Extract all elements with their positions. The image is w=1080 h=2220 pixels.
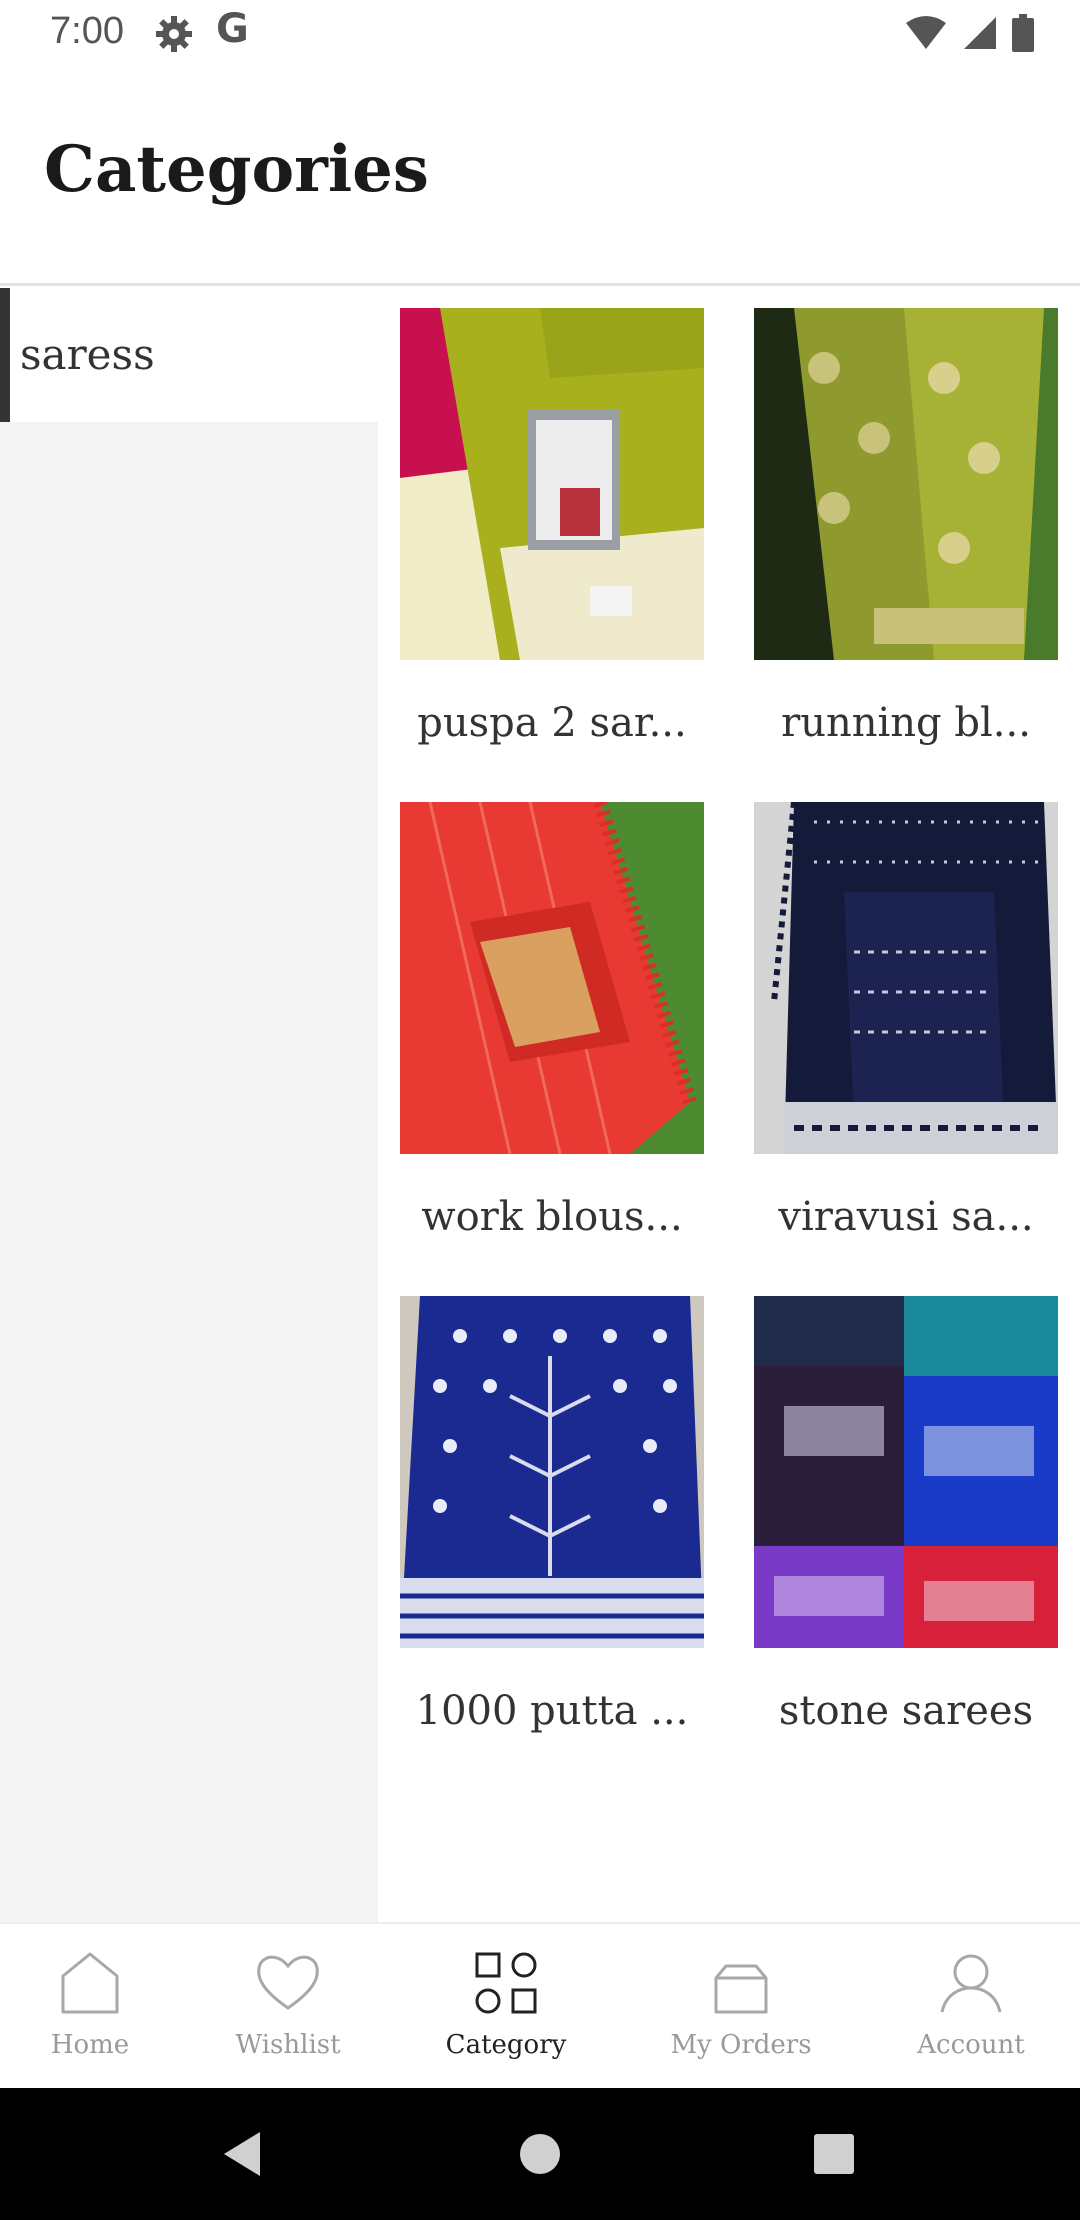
- nav-label: Category: [445, 2030, 567, 2060]
- home-circle-icon[interactable]: [506, 2120, 574, 2188]
- product-image: [400, 1296, 704, 1648]
- home-icon: [55, 1948, 125, 2018]
- status-time: 7:00: [50, 10, 124, 52]
- product-image: [400, 308, 704, 660]
- recents-icon[interactable]: [800, 2120, 868, 2188]
- wifi-icon: [904, 15, 948, 55]
- product-image: [754, 308, 1058, 660]
- system-nav-bar: [0, 2088, 1080, 2220]
- product-grid: puspa 2 sar... running bl... work blous.…: [378, 288, 1080, 1922]
- shopping-bag-icon: [706, 1948, 776, 2018]
- status-bar: 7:00 G: [0, 0, 1080, 66]
- product-name: 1000 putta ...: [415, 1688, 689, 1734]
- page-title: Categories: [44, 132, 429, 207]
- back-icon[interactable]: [210, 2120, 278, 2188]
- product-card[interactable]: work blous...: [400, 802, 704, 1242]
- product-image: [754, 802, 1058, 1154]
- cell-signal-icon: [962, 15, 998, 55]
- product-card[interactable]: stone sarees: [754, 1296, 1058, 1736]
- person-icon: [936, 1948, 1006, 2018]
- product-name: puspa 2 sar...: [417, 700, 687, 746]
- product-card[interactable]: 1000 putta ...: [400, 1296, 704, 1736]
- category-sidebar: saress: [0, 288, 378, 1922]
- product-card[interactable]: running bl...: [754, 308, 1058, 748]
- nav-category[interactable]: Category: [406, 1924, 606, 2090]
- bottom-nav: Home Wishlist Category My Orders Account: [0, 1922, 1080, 2088]
- google-icon: G: [216, 6, 249, 52]
- sidebar-item-saress[interactable]: saress: [0, 288, 378, 422]
- product-card[interactable]: viravusi sa...: [754, 802, 1058, 1242]
- category-grid-icon: [471, 1948, 541, 2018]
- product-image: [754, 1296, 1058, 1648]
- heart-icon: [253, 1948, 323, 2018]
- product-name: running bl...: [781, 700, 1031, 746]
- product-name: viravusi sa...: [778, 1194, 1034, 1240]
- nav-my-orders[interactable]: My Orders: [641, 1924, 841, 2090]
- nav-label: My Orders: [670, 2030, 812, 2060]
- nav-label: Home: [50, 2030, 130, 2060]
- nav-home[interactable]: Home: [0, 1924, 190, 2090]
- product-name: stone sarees: [778, 1688, 1034, 1734]
- selected-indicator: [0, 288, 10, 422]
- nav-account[interactable]: Account: [871, 1924, 1071, 2090]
- battery-icon: [1012, 14, 1034, 56]
- sidebar-item-label: saress: [20, 330, 155, 379]
- product-image: [400, 802, 704, 1154]
- app-header: Categories: [0, 66, 1080, 286]
- nav-label: Account: [917, 2030, 1025, 2060]
- nav-wishlist[interactable]: Wishlist: [188, 1924, 388, 2090]
- gear-icon: [154, 14, 194, 54]
- product-name: work blous...: [421, 1194, 683, 1240]
- nav-label: Wishlist: [235, 2030, 341, 2060]
- product-card[interactable]: puspa 2 sar...: [400, 308, 704, 748]
